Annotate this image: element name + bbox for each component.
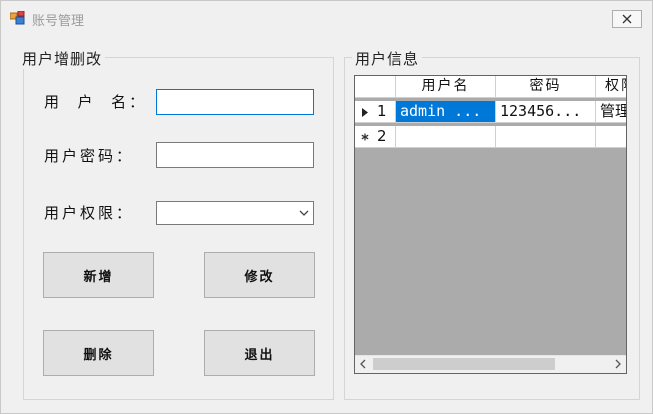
edit-group-legend: 用户增删改 — [19, 48, 106, 69]
password-input[interactable] — [156, 142, 314, 168]
username-input[interactable] — [156, 89, 314, 115]
add-button[interactable]: 新增 — [43, 252, 154, 298]
close-icon — [622, 14, 632, 24]
row-header-2[interactable]: 2 — [355, 126, 396, 148]
exit-button[interactable]: 退出 — [204, 330, 315, 376]
close-button[interactable] — [612, 10, 642, 28]
cell-username[interactable]: admin ... — [396, 101, 496, 123]
cell-password[interactable] — [496, 126, 596, 148]
info-group-legend: 用户信息 — [352, 48, 423, 69]
password-label: 用户密码： — [44, 147, 135, 165]
cell-username[interactable] — [396, 126, 496, 148]
current-row-arrow-icon — [362, 108, 368, 117]
permission-label: 用户权限： — [44, 204, 135, 222]
row-number: 2 — [377, 127, 387, 145]
title-bar: 账号管理 — [1, 1, 652, 31]
row-header-1[interactable]: 1 — [355, 101, 396, 123]
table-row[interactable]: 2 — [355, 126, 626, 148]
window-title: 账号管理 — [32, 14, 85, 29]
grid-viewport: 用户名 密码 权限 1 admin ... 123456... 管理 — [355, 76, 626, 357]
account-management-window: 账号管理 用户增删改 用 户 名： 用户密码： 用户权限： 新增 修改 删除 退… — [0, 0, 653, 414]
modify-button[interactable]: 修改 — [204, 252, 315, 298]
column-header-password[interactable]: 密码 — [496, 76, 596, 98]
cell-permission[interactable]: 管理 — [596, 101, 626, 123]
username-label: 用 户 名： — [44, 93, 148, 111]
chevron-down-icon — [299, 210, 309, 216]
app-icon — [10, 11, 25, 25]
chevron-right-icon[interactable] — [614, 359, 622, 369]
horizontal-scrollbar[interactable] — [355, 355, 626, 373]
user-data-grid[interactable]: 用户名 密码 权限 1 admin ... 123456... 管理 — [354, 75, 627, 374]
permission-select[interactable] — [156, 201, 314, 225]
delete-button[interactable]: 删除 — [43, 330, 154, 376]
column-header-permission[interactable]: 权限 — [596, 76, 626, 98]
grid-corner-cell — [355, 76, 396, 98]
cell-password[interactable]: 123456... — [496, 101, 596, 123]
row-number: 1 — [377, 102, 387, 120]
column-header-username[interactable]: 用户名 — [396, 76, 496, 98]
grid-header-row: 用户名 密码 权限 — [355, 76, 626, 98]
chevron-left-icon[interactable] — [359, 359, 367, 369]
new-row-asterisk-icon — [361, 133, 369, 141]
scrollbar-thumb[interactable] — [373, 358, 555, 370]
table-row[interactable]: 1 admin ... 123456... 管理 — [355, 101, 626, 123]
cell-permission[interactable] — [596, 126, 626, 148]
